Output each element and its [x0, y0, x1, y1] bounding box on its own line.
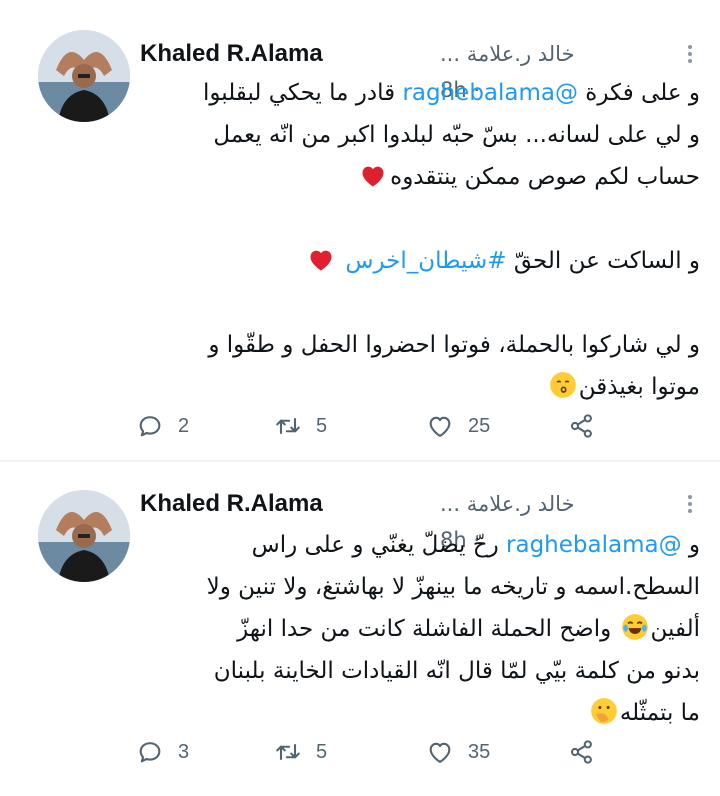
- red-heart-icon: [306, 246, 336, 274]
- author-name[interactable]: Khaled R.Alama: [140, 486, 323, 522]
- tweet[interactable]: Khaled R.Alama خالد ر.علامة ... · 8h و @…: [0, 462, 720, 796]
- tweet-text-line: ألفين واضح الحملة الفاشلة كانت من حدا ان…: [130, 608, 700, 650]
- text-run: ألفين: [650, 616, 700, 642]
- like-button[interactable]: 35: [426, 732, 490, 772]
- tweet-text-line: ما بتمثّله: [130, 692, 700, 734]
- tears-of-joy-face-icon: [621, 613, 649, 641]
- tweet-text-line: بدنو من كلمة بيّي لمّا قال انّه القيادات…: [130, 650, 700, 692]
- tweet-text-line: السطح.اسمه و تاريخه ما بينهزّ لا بهاشتغ،…: [130, 566, 700, 608]
- share-button[interactable]: [568, 732, 596, 772]
- tweet-text-line: و @raghebalama رحّ يضلّ يغنّي و على راس: [130, 524, 700, 566]
- text-run: بدنو من كلمة بيّي لمّا قال انّه القيادات…: [213, 658, 700, 684]
- text-run: السطح.اسمه و تاريخه ما بينهزّ لا بهاشتغ،…: [206, 574, 700, 600]
- share-button[interactable]: [568, 406, 596, 446]
- text-run: و لي شاركوا بالحملة، فوتوا احضروا الحفل …: [208, 332, 700, 358]
- mention-link[interactable]: @raghebalama: [506, 532, 682, 558]
- retweet-icon: [276, 417, 300, 435]
- text-run: و لي على لسانه... بسّ حبّه لبلدوا اكبر م…: [213, 122, 700, 148]
- tweet-actions: 2 5 25: [136, 406, 616, 446]
- tweet-text-line: و لي شاركوا بالحملة، فوتوا احضروا الحفل …: [130, 324, 700, 366]
- text-run: و الساكت عن الحقّ: [506, 248, 700, 274]
- share-icon: [570, 740, 592, 764]
- avatar[interactable]: [38, 490, 130, 582]
- hand-over-mouth-face-icon: [590, 697, 618, 725]
- tweet-text-line: موتوا بغيذقن: [130, 366, 700, 408]
- reply-icon: [139, 742, 161, 763]
- tweet-text: و @raghebalama رحّ يضلّ يغنّي و على راس ا…: [130, 524, 700, 734]
- reply-count: 3: [178, 740, 190, 763]
- retweet-count: 5: [316, 414, 328, 437]
- text-run: و: [681, 532, 700, 558]
- tweet-header: Khaled R.Alama خالد ر.علامة ... · 8h: [140, 486, 700, 552]
- text-run: قادر ما يحكي لبقلبوا: [202, 80, 403, 106]
- tweet-text-line: و الساكت عن الحقّ #شيطان_اخرس: [130, 240, 700, 282]
- reply-count: 2: [178, 414, 190, 437]
- text-run: حساب لكم صوص ممكن ينتقدوه: [390, 164, 700, 190]
- tweet-text-line: و على فكرة @raghebalama قادر ما يحكي لبق…: [130, 72, 700, 114]
- tweet-text: و على فكرة @raghebalama قادر ما يحكي لبق…: [130, 72, 700, 408]
- reply-button[interactable]: 2: [136, 406, 189, 446]
- retweet-count: 5: [316, 740, 328, 763]
- avatar[interactable]: [38, 30, 130, 122]
- text-run: موتوا بغيذقن: [578, 374, 700, 400]
- text-run: و على فكرة: [578, 80, 700, 106]
- like-button[interactable]: 25: [426, 406, 490, 446]
- retweet-button[interactable]: 5: [274, 732, 327, 772]
- mention-link[interactable]: @raghebalama: [402, 80, 578, 106]
- tweet-header: Khaled R.Alama خالد ر.علامة ... · 8h: [140, 36, 700, 102]
- more-options-icon[interactable]: [686, 42, 694, 66]
- red-heart-icon: [358, 162, 388, 190]
- tweet-text-line: و لي على لسانه... بسّ حبّه لبلدوا اكبر م…: [130, 114, 700, 156]
- reply-button[interactable]: 3: [136, 732, 189, 772]
- tweet-actions: 3 5 35: [136, 732, 616, 772]
- retweet-button[interactable]: 5: [274, 406, 327, 446]
- author-name[interactable]: Khaled R.Alama: [140, 36, 323, 72]
- heart-outline-icon: [429, 416, 451, 437]
- like-count: 25: [468, 414, 491, 437]
- text-run: واضح الحملة الفاشلة كانت من حدا انهزّ: [237, 616, 619, 642]
- heart-outline-icon: [429, 742, 451, 763]
- kissing-face-icon: [549, 371, 577, 399]
- retweet-icon: [276, 743, 300, 761]
- text-run: ما بتمثّله: [619, 700, 700, 726]
- like-count: 35: [468, 740, 491, 763]
- hashtag-link[interactable]: #شيطان_اخرس: [345, 248, 506, 274]
- tweet[interactable]: Khaled R.Alama خالد ر.علامة ... · 8h و ع…: [0, 0, 720, 460]
- text-run: رحّ يضلّ يغنّي و على راس: [251, 532, 507, 558]
- share-icon: [570, 414, 592, 438]
- timeline: Khaled R.Alama خالد ر.علامة ... · 8h و ع…: [0, 0, 720, 796]
- reply-icon: [139, 416, 161, 437]
- more-options-icon[interactable]: [686, 492, 694, 516]
- tweet-text-line: حساب لكم صوص ممكن ينتقدوه: [130, 156, 700, 198]
